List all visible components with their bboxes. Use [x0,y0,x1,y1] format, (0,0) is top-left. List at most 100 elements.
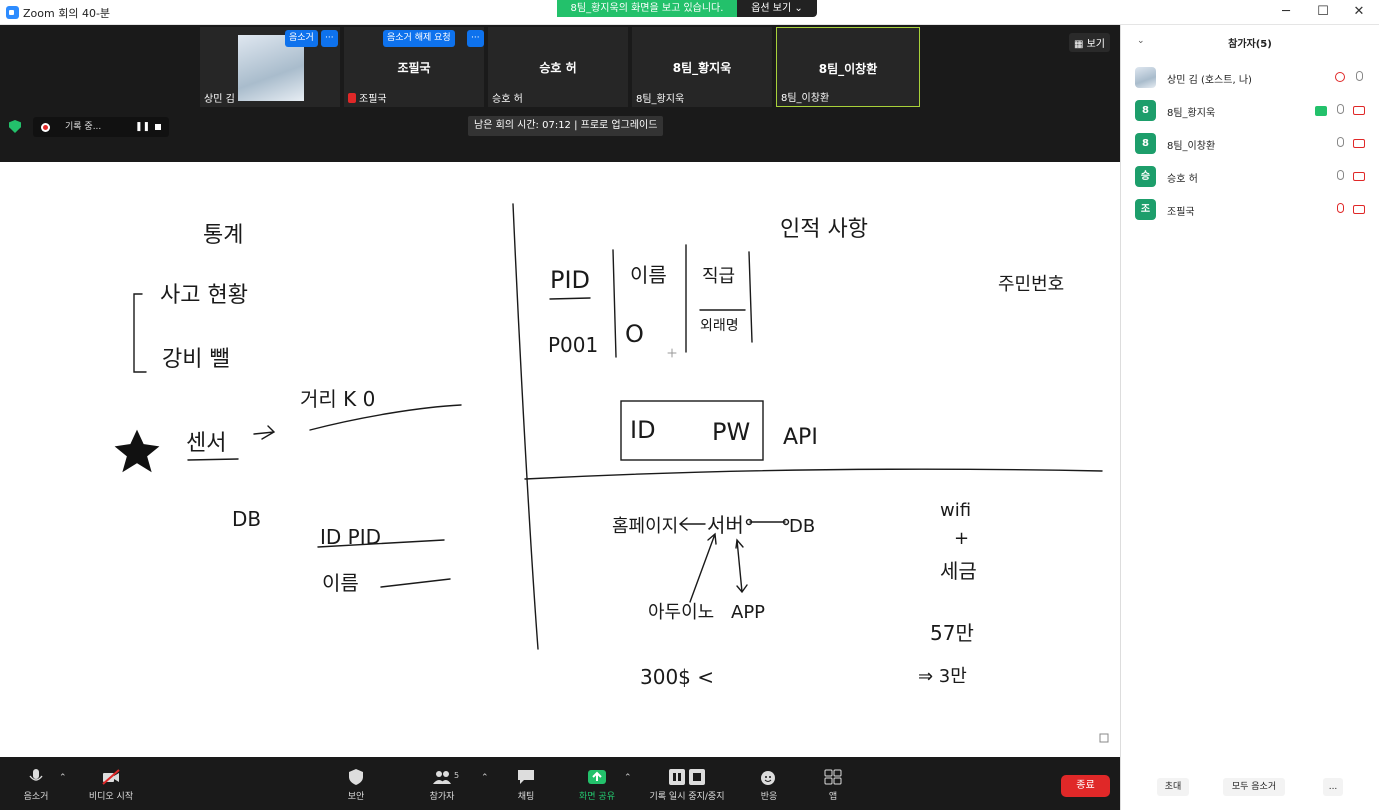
microphone-icon[interactable] [1337,137,1344,147]
participant-row[interactable]: 8 8팀_이창환 [1135,133,1373,155]
mute-button[interactable]: 음소거 [10,757,62,810]
pause-stop-recording-button[interactable]: 기록 일시 중지/중지 [642,757,732,810]
more-options-button[interactable]: ... [1323,778,1343,796]
chat-button[interactable]: 채팅 [506,757,546,810]
arrow-stroke [735,538,748,594]
board-text: 이름 [322,571,359,595]
board-text: DB [789,516,815,537]
more-chip[interactable]: ··· [321,30,338,47]
recording-label: 기록 중... [65,122,102,132]
popout-icon[interactable] [1099,733,1109,743]
reactions-button[interactable]: 반응 [750,757,788,810]
chevron-up-icon[interactable]: ⌃ [481,773,489,783]
avatar: 8 [1135,133,1156,154]
video-tile-hwangjiuk[interactable]: 8팀_황지욱 8팀_황지욱 [632,27,772,107]
board-text: 홈페이지 [612,516,678,537]
tile-name: 8팀_황지욱 [636,94,685,105]
arrow-stroke [678,517,706,531]
participant-row[interactable]: 조 조필국 [1135,199,1373,221]
board-text: + [954,528,969,549]
grid-icon: ▦ [1073,39,1087,50]
avatar [1135,67,1156,88]
table-line [748,251,753,343]
board-text: ID PID [320,525,381,549]
end-meeting-button[interactable]: 종료 [1061,775,1110,797]
recording-indicator: 기록 중... ❚❚ [33,117,169,137]
cursor-icon [667,348,677,358]
participants-button[interactable]: 참가자 [420,757,464,810]
tile-center-name: 8팀_이창환 [818,62,878,76]
board-text: 이름 [630,263,667,287]
video-off-icon[interactable] [1353,172,1365,181]
participant-row[interactable]: 상민 김 (호스트, 나) [1135,67,1373,89]
board-text: P001 [548,333,598,357]
arrow-stroke [689,532,717,603]
participant-row[interactable]: 8 8팀_황지욱 [1135,100,1373,122]
participant-row[interactable]: 승 승호 허 [1135,166,1373,188]
security-button[interactable]: 보안 [336,757,376,810]
chevron-up-icon[interactable]: ⌃ [624,773,632,783]
muted-mic-icon [348,93,356,103]
share-screen-icon [1315,106,1327,116]
tile-center-name: 조필국 [397,61,431,75]
table-line [612,249,617,358]
close-icon[interactable]: ✕ [1344,3,1374,21]
chevron-up-icon[interactable]: ⌃ [59,773,67,783]
view-button[interactable]: ▦ 보기 [1068,33,1110,52]
mute-all-button[interactable]: 모두 음소거 [1223,778,1285,796]
unmute-request-chip[interactable]: 음소거 해제 요청 [383,30,455,47]
participant-name: 8팀_황지욱 [1167,108,1216,119]
pause-icon[interactable]: ❚❚ [135,117,150,137]
board-text: DB [232,507,261,531]
video-off-icon[interactable] [1353,205,1365,214]
participant-name: 조필국 [1167,207,1195,218]
avatar: 조 [1135,199,1156,220]
video-off-icon[interactable] [1353,106,1365,115]
video-tile-seungho[interactable]: 승호 허 승호 허 [488,27,628,107]
shared-whiteboard[interactable]: 통계 사고 현황 강비 뺄 센서 거리 K 0 DB ID PID 이름 인적 … [0,162,1120,757]
participant-name: 8팀_이창환 [1167,141,1216,152]
board-text: O [625,320,644,348]
apps-icon [824,769,842,785]
muted-mic-icon[interactable] [1337,203,1344,213]
recording-icon [1335,72,1345,82]
board-text: APP [731,602,765,623]
meeting-toolbar: 음소거 ⌃ 비디오 시작 보안 참가자 5 ⌃ 채팅 화면 공유 ⌃ 기록 일시… [0,757,1120,810]
zoom-window: Zoom 회의 40-분 8팀_황지욱의 화면을 보고 있습니다. 옵션 보기 … [0,0,1379,810]
microphone-icon[interactable] [1356,71,1363,81]
underline-stroke [549,297,591,300]
microphone-icon[interactable] [1337,104,1344,114]
participant-name: 승호 허 [1167,174,1198,185]
title-bar: Zoom 회의 40-분 8팀_황지욱의 화면을 보고 있습니다. 옵션 보기 … [0,0,1379,25]
microphone-icon [29,769,43,781]
share-screen-icon [588,770,606,784]
zoom-logo-icon [6,6,19,19]
board-text: 주민번호 [998,274,1064,295]
tile-center-name: 승호 허 [539,61,577,75]
smile-icon [761,771,775,785]
remaining-time-banner[interactable]: 남은 회의 시간: 07:12 | 프로로 업그레이드 [468,116,664,136]
view-options-button[interactable]: 옵션 보기 ⌄ [737,0,817,17]
microphone-icon[interactable] [1337,170,1344,180]
apps-button[interactable]: 앱 [816,757,850,810]
board-text: 57만 [930,621,974,645]
start-video-button[interactable]: 비디오 시작 [80,757,142,810]
more-chip[interactable]: ··· [467,30,484,47]
maximize-icon[interactable]: ☐ [1308,3,1338,21]
tile-name: 조필국 [359,94,387,105]
tile-name: 8팀_이창환 [781,93,830,104]
minimize-icon[interactable]: ─ [1271,3,1301,21]
stop-icon[interactable] [155,124,161,130]
video-tile-ichanghwan[interactable]: 8팀_이창환 8팀_이창환 [776,27,920,107]
board-text: ID [630,416,656,444]
video-off-icon [102,769,120,785]
invite-button[interactable]: 초대 [1157,778,1189,796]
security-shield-icon [9,120,21,133]
board-text: 서버 [707,513,744,537]
mute-chip[interactable]: 음소거 [285,30,318,47]
video-off-icon[interactable] [1353,139,1365,148]
chat-icon [518,770,534,784]
video-tile-sangmin[interactable]: 상민 김 [200,27,340,107]
board-text: 외래명 [700,318,739,334]
share-screen-button[interactable]: 화면 공유 [572,757,622,810]
